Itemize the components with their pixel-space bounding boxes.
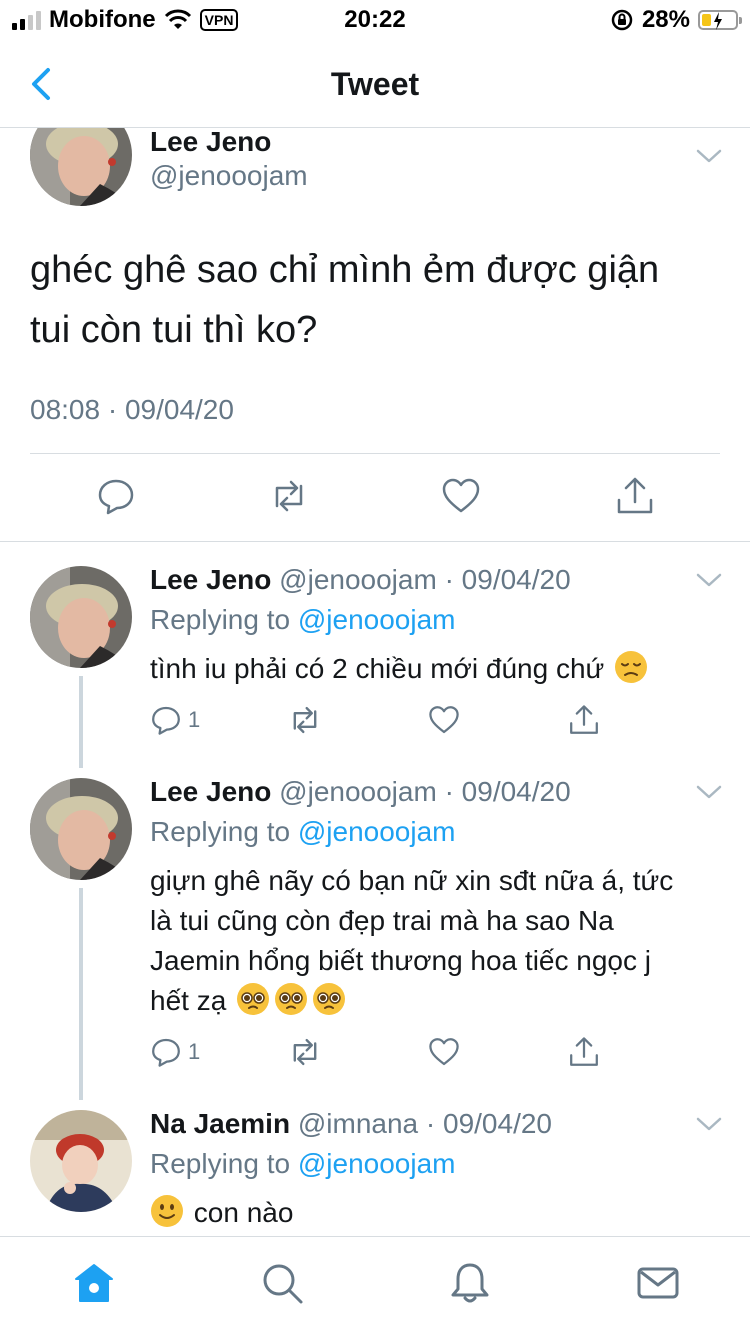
tweet-actions (0, 454, 750, 542)
home-icon[interactable] (72, 1261, 116, 1305)
chevron-down-icon[interactable] (696, 572, 722, 588)
reply-icon (152, 706, 180, 735)
chevron-down-icon[interactable] (696, 148, 722, 164)
retweet-icon (293, 1038, 317, 1066)
retweet-button[interactable] (288, 702, 322, 738)
reply-header: Na Jaemin @imnana · 09/04/20 (150, 1108, 552, 1140)
navigation-bar: Tweet (0, 40, 750, 128)
reply-button[interactable]: 1 (150, 702, 200, 738)
reply-text-line: là tui cũng còn đẹp trai mà ha sao Na (150, 905, 614, 936)
like-button[interactable] (428, 702, 460, 738)
replying-handle-link[interactable]: @jenooojam (298, 1148, 456, 1179)
avatar[interactable] (30, 1110, 132, 1212)
pleading-face-icon (275, 983, 308, 1015)
author-name[interactable]: Lee Jeno (150, 564, 271, 595)
tweet-text: ghéc ghê sao chỉ mình ẻm được giận tui c… (30, 240, 720, 360)
reply-text: con nào (150, 1193, 720, 1233)
chevron-down-icon[interactable] (696, 1116, 722, 1132)
reply-icon[interactable] (96, 476, 136, 516)
reply-meta: @jenooojam · 09/04/20 (279, 564, 571, 595)
reply-header: Lee Jeno @jenooojam · 09/04/20 (150, 776, 571, 808)
notifications-icon[interactable] (448, 1261, 492, 1305)
battery-percent: 28% (641, 6, 690, 33)
chevron-down-icon[interactable] (696, 784, 722, 800)
reply-button[interactable]: 1 (150, 1034, 200, 1070)
section-divider (0, 541, 750, 542)
status-right: 28% (610, 6, 742, 34)
avatar[interactable] (30, 566, 132, 668)
pleading-face-icon (237, 983, 270, 1015)
reply-text-content: tình iu phải có 2 chiều mới đúng chứ (150, 653, 605, 684)
reply-text-line: giựn ghê nãy có bạn nữ xin sđt nữa á, tứ… (150, 865, 674, 896)
tweet-text-line: tui còn tui thì ko? (30, 309, 318, 351)
replying-to: Replying to @jenooojam (150, 1148, 456, 1180)
like-button[interactable] (428, 1034, 460, 1070)
replying-prefix: Replying to (150, 816, 298, 847)
retweet-icon (293, 706, 317, 734)
replying-prefix: Replying to (150, 1148, 298, 1179)
reply-tweet[interactable]: Lee Jeno @jenooojam · 09/04/20 Replying … (0, 544, 750, 754)
reply-text: giựn ghê nãy có bạn nữ xin sđt nữa á, tứ… (150, 861, 720, 1021)
rotation-lock-icon (611, 9, 633, 31)
reply-tweet[interactable]: Na Jaemin @imnana · 09/04/20 Replying to… (0, 1088, 750, 1236)
tweet-text-line: ghéc ghê sao chỉ mình ẻm được giận (30, 249, 660, 291)
author-name[interactable]: Na Jaemin (150, 1108, 290, 1139)
share-icon (570, 705, 598, 734)
share-button[interactable] (568, 702, 600, 738)
replying-to: Replying to @jenooojam (150, 816, 456, 848)
reply-icon (152, 1038, 180, 1067)
tweet-timestamp[interactable]: 08:08 · 09/04/20 (30, 394, 234, 426)
pleading-face-icon (313, 983, 346, 1015)
replying-handle-link[interactable]: @jenooojam (298, 604, 456, 635)
retweet-button[interactable] (288, 1034, 322, 1070)
reply-text-content: con nào (193, 1197, 294, 1228)
tab-bar (0, 1236, 750, 1334)
share-icon[interactable] (615, 476, 655, 516)
share-icon (570, 1037, 598, 1066)
author-name[interactable]: Lee Jeno (150, 128, 271, 158)
reply-text: tình iu phải có 2 chiều mới đúng chứ (150, 649, 720, 689)
like-icon (429, 706, 459, 734)
author-name[interactable]: Lee Jeno (150, 776, 271, 807)
like-icon (429, 1038, 459, 1066)
replying-prefix: Replying to (150, 604, 298, 635)
author-handle[interactable]: @jenooojam (150, 160, 308, 192)
reply-text-line: Jaemin hổng biết thương hoa tiếc ngọc j (150, 945, 651, 976)
avatar[interactable] (30, 778, 132, 880)
reply-meta: @jenooojam · 09/04/20 (279, 776, 571, 807)
reply-count: 1 (188, 707, 201, 732)
avatar[interactable] (30, 128, 132, 206)
reply-text-line: hết zạ (150, 985, 227, 1016)
reply-actions: 1 (150, 702, 630, 742)
messages-icon[interactable] (636, 1261, 680, 1305)
reply-actions: 1 (150, 1034, 630, 1074)
replying-handle-link[interactable]: @jenooojam (298, 816, 456, 847)
share-button[interactable] (568, 1034, 600, 1070)
reply-tweet[interactable]: Lee Jeno @jenooojam · 09/04/20 Replying … (0, 756, 750, 1096)
slightly-smiling-face-icon (151, 1195, 183, 1227)
reply-meta: @imnana · 09/04/20 (297, 1108, 552, 1139)
reply-count: 1 (188, 1039, 201, 1064)
main-tweet: Lee Jeno @jenooojam ghéc ghê sao chỉ mìn… (0, 128, 750, 543)
battery-icon (698, 10, 742, 30)
retweet-icon[interactable] (269, 476, 309, 516)
replying-to: Replying to @jenooojam (150, 604, 456, 636)
like-icon[interactable] (441, 476, 481, 516)
reply-text-last-line: hết zạ (150, 981, 720, 1021)
disappointed-face-icon (615, 651, 648, 683)
search-icon[interactable] (260, 1261, 304, 1305)
status-bar: Mobifone VPN 20:22 28% (0, 0, 750, 40)
page-title: Tweet (330, 66, 420, 102)
reply-header: Lee Jeno @jenooojam · 09/04/20 (150, 564, 571, 596)
